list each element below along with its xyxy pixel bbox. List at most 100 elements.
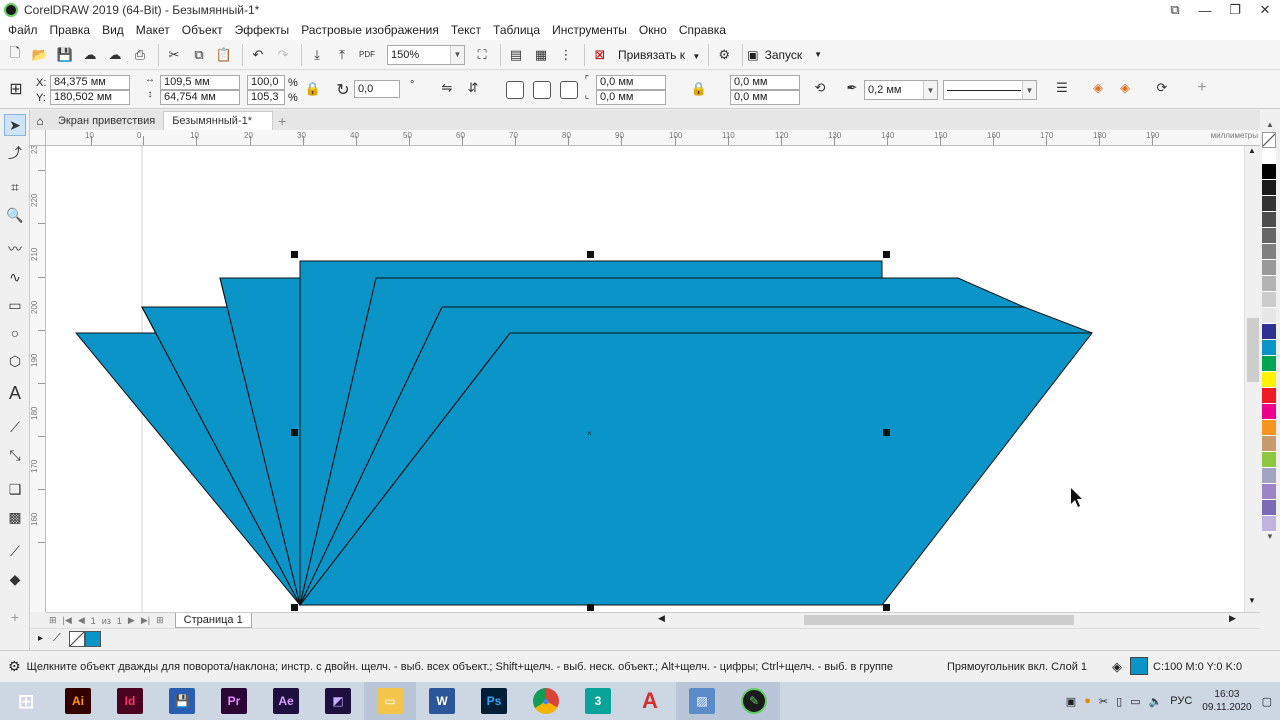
corner-bottom-right-field[interactable]: 0,0 мм [730,90,800,105]
rulers-icon[interactable]: ▤ [505,44,527,66]
chamfered-corner-icon[interactable] [560,81,578,99]
menu-object[interactable]: Объект [176,23,229,37]
pdf-icon[interactable]: PDF [356,44,378,66]
palette-swatch[interactable] [1262,420,1276,436]
palette-swatch[interactable] [1262,180,1276,196]
fill-color-swatch[interactable] [1130,657,1148,675]
width-field[interactable]: 109,5 мм [160,75,240,90]
copy-icon[interactable]: ⧉ [188,44,210,66]
palette-swatch[interactable] [1262,196,1276,212]
scale-width-field[interactable]: 100,0 [247,75,285,90]
tray-icon[interactable]: ▣ [1066,695,1076,708]
import-icon[interactable]: ⤓ [306,44,328,66]
clock[interactable]: 16:03 09.11.2020 [1202,688,1251,714]
menu-effects[interactable]: Эффекты [229,23,296,37]
scroll-left-icon[interactable]: ◀ [658,613,665,624]
taskbar-explorer[interactable]: ▭ [364,682,416,720]
scroll-thumb[interactable] [1247,318,1259,382]
close-button[interactable]: ✕ [1250,0,1280,20]
palette-menu-icon[interactable]: ▸ [38,633,43,644]
ruler-corner[interactable] [30,130,46,146]
outline-width-combo[interactable]: 0,2 мм ▼ [864,80,938,100]
corner-top-right-field[interactable]: 0,0 мм [730,75,800,90]
start-button[interactable]: ⊞ [0,682,52,720]
undo-icon[interactable]: ↶ [247,44,269,66]
new-tab-icon[interactable]: + [273,112,291,130]
scroll-up-icon[interactable]: ▲ [1248,146,1256,155]
rectangle-tool-icon[interactable]: ▭ [4,294,26,316]
taskbar-autocad[interactable]: A [624,682,676,720]
menu-layout[interactable]: Макет [130,23,176,37]
palette-swatch[interactable] [1262,372,1276,388]
tab-welcome[interactable]: Экран приветствия [50,111,163,130]
vertical-scrollbar[interactable]: ▲ ▼ [1244,146,1260,612]
rotation-field[interactable]: 0,0 [354,80,400,98]
taskbar-premiere[interactable]: Pr [208,682,260,720]
zoom-level-combo[interactable]: 150% ▼ [387,44,465,65]
palette-swatch[interactable] [1262,484,1276,500]
no-color-swatch[interactable] [1262,132,1276,148]
lock-ratio-icon[interactable]: 🔒 [303,81,323,97]
palette-swatch[interactable] [1262,244,1276,260]
palette-swatch[interactable] [1262,500,1276,516]
selection-handle[interactable] [587,251,594,258]
network-icon[interactable]: ▯ [1116,695,1122,708]
taskbar-coreldraw[interactable]: ✎ [728,682,780,720]
selection-handle[interactable] [883,251,890,258]
selection-handle[interactable] [883,604,890,611]
horizontal-scrollbar[interactable]: ◀ ▶ [654,613,1244,627]
taskbar-after-effects[interactable]: Ae [260,682,312,720]
drawing-canvas[interactable]: × [46,146,1260,612]
polygon-tool-icon[interactable]: ⬡ [4,350,26,372]
palette-swatch[interactable] [1262,292,1276,308]
taskbar-media-encoder[interactable]: ◩ [312,682,364,720]
palette-scroll-up-icon[interactable]: ▲ [1262,120,1278,132]
corner-bottom-left-field[interactable]: 0,0 мм [596,90,666,105]
taskbar-illustrator[interactable]: Ai [52,682,104,720]
taskbar-photos[interactable]: ▨ [676,682,728,720]
full-screen-icon[interactable]: ⛶ [471,44,493,66]
y-position-field[interactable]: 180,502 мм [50,90,130,105]
taskbar-chrome[interactable]: ● [520,682,572,720]
export-icon[interactable]: ⤒ [331,44,353,66]
menu-view[interactable]: Вид [96,23,130,37]
cloud-download-icon[interactable]: ☁ [104,44,126,66]
battery-icon[interactable]: ▭ [1130,695,1140,708]
tray-icon[interactable]: ● [1084,695,1091,707]
drop-shadow-icon[interactable]: ❑ [4,478,26,500]
palette-scroll-down-icon[interactable]: ▼ [1262,532,1278,544]
add-page-icon[interactable]: ⊞ [49,615,57,626]
next-page-icon[interactable]: ▶ [128,615,135,626]
guidelines-icon[interactable]: ⋮ [555,44,577,66]
corner-top-left-field[interactable]: 0,0 мм [596,75,666,90]
scale-height-field[interactable]: 105,3 [247,90,285,105]
cut-icon[interactable]: ✂ [163,44,185,66]
cloud-upload-icon[interactable]: ☁ [79,44,101,66]
round-corner-icon[interactable] [506,81,524,99]
add-tool-icon[interactable]: + [4,606,26,628]
menu-bitmaps[interactable]: Растровые изображения [295,23,445,37]
taskbar-photoshop[interactable]: Ps [468,682,520,720]
lock-corners-icon[interactable]: 🔒 [689,81,709,97]
no-color-swatch[interactable] [68,630,85,647]
document-color-swatch[interactable] [84,630,101,647]
last-page-icon[interactable]: ▶| [141,615,150,626]
freehand-tool-icon[interactable]: 〰 [4,238,26,260]
vertical-ruler[interactable]: 230 220 210 200 190 180 170 160 [30,146,46,612]
new-document-icon[interactable]: 🗋 [4,44,26,66]
menu-help[interactable]: Справка [673,23,732,37]
taskbar-3dsmax[interactable]: 3 [572,682,624,720]
palette-swatch[interactable] [1262,468,1276,484]
mirror-horizontal-icon[interactable]: ⇋ [437,80,457,96]
first-page-icon[interactable]: |◀ [63,615,72,626]
prev-page-icon[interactable]: ◀ [78,615,85,626]
taskbar-word[interactable]: W [416,682,468,720]
palette-swatch[interactable] [1262,228,1276,244]
eyedropper-icon[interactable]: ⟋ [53,632,61,645]
line-style-combo[interactable]: ▼ [943,80,1037,100]
palette-swatch[interactable] [1262,308,1276,324]
pick-tool-icon[interactable]: ➤ [4,114,26,136]
print-icon[interactable]: ⎙ [129,44,151,66]
text-tool-icon[interactable]: A [4,382,26,404]
minimize-button[interactable]: — [1190,0,1220,20]
